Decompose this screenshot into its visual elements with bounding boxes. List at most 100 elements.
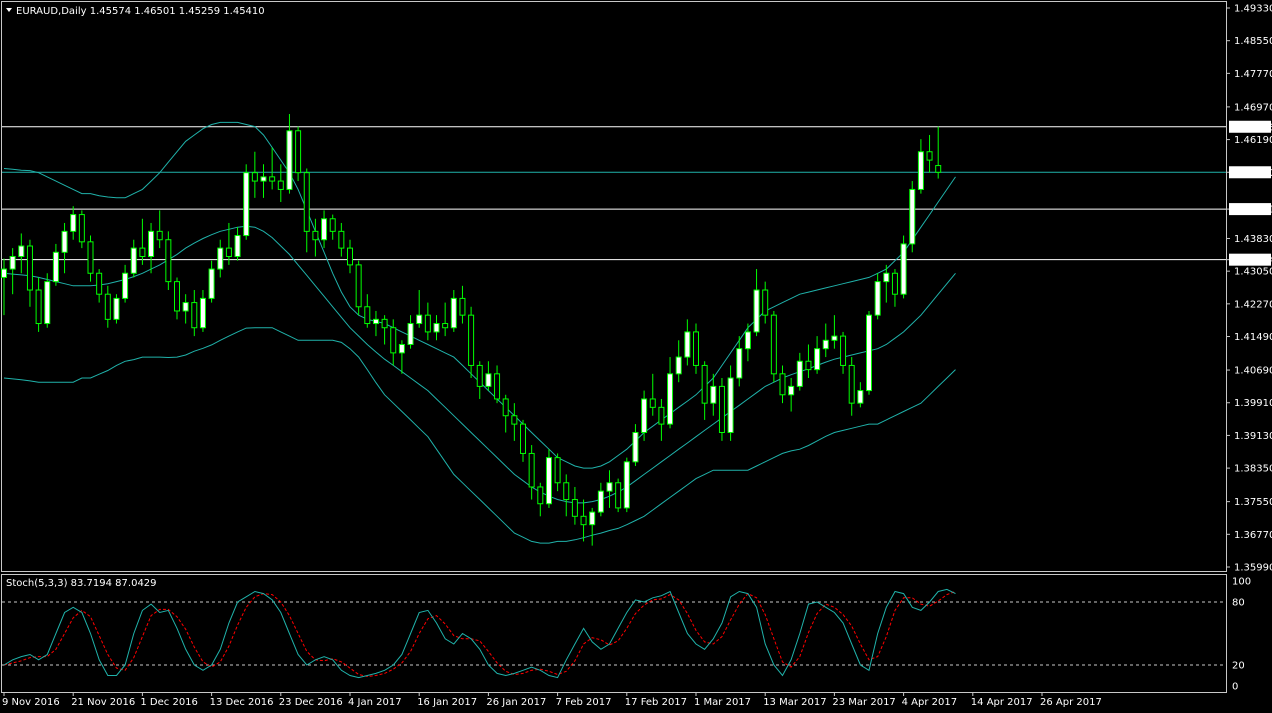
candle-bull-body [883,272,890,283]
candle-bear-body [494,373,501,400]
chart-symbol-header: EURAUD,Daily 1.45574 1.46501 1.45259 1.4… [16,6,265,17]
candle-bull-body [113,297,120,320]
candle-bull-body [433,323,440,333]
candle-bear-body [571,499,578,517]
price-tick-label: 1.36770 [1234,530,1272,541]
candle-bull-body [217,247,224,270]
price-tick-label: 1.46496 [1234,122,1272,133]
candle-bear-body [563,482,570,501]
candle-bear-body [329,218,336,232]
candle-bear-body [649,398,656,408]
candle-bear-body [96,272,103,295]
time-tick-label: 17 Feb 2017 [625,697,687,708]
candle-bull-body [632,431,639,463]
price-tick-label: 1.42270 [1234,299,1272,310]
price-tick-label: 1.43830 [1234,234,1272,245]
candle-bear-body [770,314,777,375]
price-tick-label: 1.49330 [1234,4,1272,15]
candle-bear-body [779,373,786,396]
candle-bull-body [796,360,803,387]
chart-background [0,0,1272,713]
price-tick-label: 1.48550 [1234,36,1272,47]
candle-bear-body [191,302,198,329]
candle-bull-body [822,339,829,350]
candle-bear-body [718,385,725,433]
time-tick-label: 4 Jan 2017 [348,697,402,708]
candle-bull-body [589,511,596,526]
candle-bear-body [935,165,942,173]
candle-bull-body [814,348,821,371]
candle-bull-body [61,230,68,253]
time-tick-label: 14 Apr 2017 [971,697,1033,708]
candle-bull-body [243,172,250,237]
candle-bear-body [347,247,353,266]
candle-bull-body [9,255,16,270]
candle-bull-body [148,230,155,257]
candle-bull-body [234,235,241,257]
time-tick-label: 13 Dec 2016 [210,697,274,708]
candle-bear-body [476,364,483,387]
time-tick-label: 1 Dec 2016 [140,697,198,708]
time-tick-label: 16 Jan 2017 [417,697,477,708]
candle-bull-body [641,398,648,433]
candle-bear-body [537,486,544,505]
candle-bear-body [381,318,388,329]
price-tick-label: 1.45410 [1234,168,1272,179]
candle-bear-body [926,151,933,161]
candle-bull-body [831,335,838,341]
candle-bull-body [416,314,423,325]
time-tick-label: 26 Apr 2017 [1040,697,1102,708]
price-tick-label: 1.46190 [1234,135,1272,146]
candle-bear-body [580,515,587,526]
candle-bear-body [104,293,111,320]
candle-bear-body [174,281,180,312]
time-tick-label: 13 Mar 2017 [763,697,826,708]
candle-bear-body [701,364,708,404]
time-tick-label: 4 Apr 2017 [902,697,957,708]
candle-bear-body [442,323,449,329]
candle-bear-body [615,482,622,509]
candle-bear-body [251,172,258,182]
candle-bull-body [606,482,613,492]
candle-bull-body [1,268,7,278]
price-tick-label: 1.47770 [1234,69,1272,80]
candle-bear-body [805,360,812,371]
candle-bull-body [372,318,379,325]
stoch-tick-label: 80 [1232,598,1245,609]
candle-bull-body [52,251,59,283]
chart-canvas[interactable]: 1.49330 1.48550 1.47770 1.46970 1.46190 1.454… [0,0,1272,713]
time-tick-label: 23 Mar 2017 [832,697,895,708]
candle-bear-body [424,314,431,333]
candle-bull-body [623,461,630,509]
candle-bear-body [312,230,319,241]
price-tick-label: 1.46970 [1234,102,1272,113]
candle-bull-body [260,176,267,182]
time-tick-label: 21 Nov 2016 [71,697,135,708]
stoch-tick-label: 0 [1232,682,1238,693]
price-tick-label: 1.37550 [1234,497,1272,508]
time-tick-label: 9 Nov 2016 [2,697,60,708]
candle-bear-body [693,331,699,366]
candle-bull-body [667,373,674,425]
candle-bull-body [866,314,872,392]
candle-bull-body [900,243,907,295]
candle-bear-body [338,230,345,249]
time-tick-label: 1 Mar 2017 [694,697,751,708]
candle-bear-body [35,289,42,325]
candle-bear-body [156,230,163,241]
price-tick-label: 1.43324 [1234,255,1272,266]
candle-bear-body [26,245,33,291]
price-tick-label: 1.35990 [1234,563,1272,574]
candle-bull-body [736,348,743,379]
candle-bear-body [165,239,172,283]
candle-bull-body [321,218,328,241]
price-tick-label: 1.41490 [1234,332,1272,343]
time-tick-label: 7 Feb 2017 [556,697,612,708]
candle-bull-body [70,214,77,232]
candle-bear-body [658,406,665,425]
candle-bear-body [303,172,310,232]
stoch-tick-label: 100 [1232,577,1251,588]
price-tick-label: 1.39910 [1234,398,1272,409]
candle-bull-body [744,331,751,350]
candle-bear-body [848,364,855,404]
